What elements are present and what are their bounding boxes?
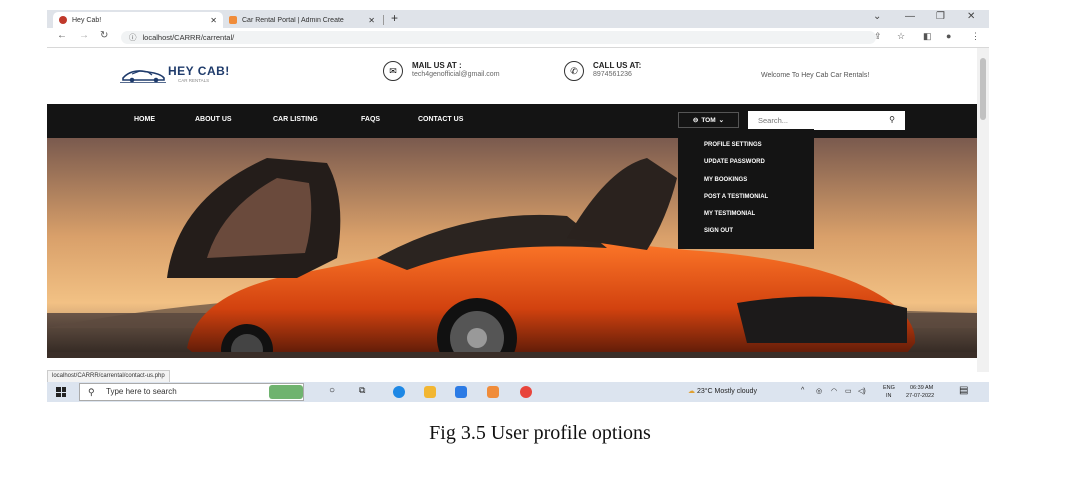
tab-title: Hey Cab!	[72, 16, 102, 24]
menu-item-post-testimonial[interactable]: POST A TESTIMONIAL	[704, 194, 768, 200]
weather-widget[interactable]: ☁ 23°C Mostly cloudy	[688, 387, 757, 395]
chevron-down-icon: ⌄	[718, 117, 725, 124]
tab-strip: Hey Cab! ✕ Car Rental Portal | Admin Cre…	[47, 10, 989, 28]
car-logo-icon	[120, 70, 166, 83]
logo-title: HEY CAB!	[168, 64, 230, 78]
weather-text: 23°C Mostly cloudy	[696, 388, 757, 395]
taskbar-search-text: Type here to search	[106, 387, 177, 396]
tab-separator	[383, 15, 384, 25]
language-bottom: IN	[886, 393, 892, 399]
windows-taskbar: ⚲ Type here to search ○ ⧉ ☁ 23°C Mostly …	[47, 382, 989, 402]
restore-icon[interactable]: ❐	[936, 11, 945, 22]
clock-time: 06:39 AM	[910, 385, 934, 391]
menu-item-sign-out[interactable]: SIGN OUT	[704, 228, 733, 234]
menu-item-update-password[interactable]: UPDATE PASSWORD	[704, 159, 765, 165]
battery-icon[interactable]: ▭	[845, 387, 852, 395]
bookmark-star-icon[interactable]: ☆	[897, 31, 905, 42]
admin-favicon-icon	[229, 16, 237, 24]
chrome-icon[interactable]	[520, 386, 532, 398]
nav-about-us[interactable]: ABOUT US	[195, 116, 232, 123]
file-explorer-icon[interactable]	[424, 386, 436, 398]
clock-date: 27-07-2022	[906, 393, 935, 399]
welcome-text: Welcome To Hey Cab Car Rentals!	[761, 72, 870, 79]
notification-icon[interactable]: ▤	[959, 385, 968, 396]
weather-cloud-icon: ☁	[688, 388, 695, 395]
main-navbar: HOME ABOUT US CAR LISTING FAQS CONTACT U…	[47, 104, 977, 138]
logo-subtitle: CAR RENTALS	[178, 78, 210, 83]
profile-icon[interactable]: ●	[946, 31, 951, 41]
xampp-icon[interactable]	[487, 386, 499, 398]
phone-icon: ✆	[564, 61, 584, 81]
nav-contact-us[interactable]: CONTACT US	[418, 116, 463, 123]
search-box: ⚲	[748, 111, 905, 130]
user-menu-button[interactable]: ⊖ TOM ⌄	[678, 112, 739, 128]
window-close-icon[interactable]: ✕	[967, 11, 975, 22]
wifi-icon[interactable]: ◠	[831, 387, 837, 395]
site-header: HEY CAB! CAR RENTALS ✉ MAIL US AT : tech…	[47, 48, 977, 104]
mail-value: tech4genofficial@gmail.com	[412, 71, 500, 78]
reload-icon[interactable]: ↻	[100, 30, 108, 41]
site-favicon-icon	[59, 16, 67, 24]
search-icon: ⚲	[88, 387, 95, 397]
mail-icon: ✉	[383, 61, 403, 81]
nav-car-listing[interactable]: CAR LISTING	[273, 116, 318, 123]
forward-icon[interactable]: →	[79, 30, 89, 41]
search-icon[interactable]: ⚲	[889, 115, 895, 124]
close-icon[interactable]: ✕	[368, 16, 375, 25]
back-icon[interactable]: ←	[57, 30, 67, 41]
user-name: TOM	[701, 116, 716, 124]
mail-app-icon[interactable]	[455, 386, 467, 398]
scrollbar-thumb[interactable]	[980, 58, 986, 120]
mail-label: MAIL US AT :	[412, 61, 462, 70]
tab-search-chevron-icon[interactable]: ⌄	[873, 11, 881, 22]
menu-item-my-bookings[interactable]: MY BOOKINGS	[704, 177, 747, 183]
side-panel-icon[interactable]: ◧	[923, 31, 932, 42]
call-contact: ✆ CALL US AT: 8974561236	[564, 61, 641, 81]
menu-item-my-testimonial[interactable]: MY TESTIMONIAL	[704, 211, 755, 217]
page-scrollbar[interactable]	[977, 48, 989, 372]
new-tab-icon[interactable]: +	[391, 11, 398, 25]
hero-car-image	[47, 138, 977, 358]
network-icon[interactable]: ◎	[816, 387, 822, 395]
address-bar-row: ← → ↻ ⓘ localhost/CARRR/carrental/ ⇪ ☆ ◧ …	[47, 28, 989, 48]
info-icon: ⓘ	[129, 33, 137, 42]
url-text: localhost/CARRR/carrental/	[142, 33, 235, 42]
user-dropdown-menu: PROFILE SETTINGS UPDATE PASSWORD MY BOOK…	[678, 129, 814, 249]
search-highlight-image	[269, 385, 303, 399]
task-view-icon[interactable]: ⧉	[359, 385, 365, 396]
screenshot: Hey Cab! ✕ Car Rental Portal | Admin Cre…	[47, 10, 989, 402]
language-top: ENG	[883, 385, 895, 391]
tab-title: Car Rental Portal | Admin Create	[242, 16, 344, 24]
minimize-icon[interactable]: —	[905, 11, 915, 22]
share-icon[interactable]: ⇪	[874, 31, 882, 42]
tab-admin[interactable]: Car Rental Portal | Admin Create ✕	[223, 12, 381, 28]
menu-kebab-icon[interactable]: ⋮	[971, 31, 980, 42]
windows-start-icon[interactable]	[56, 387, 66, 397]
close-icon[interactable]: ✕	[210, 16, 217, 25]
tray-chevron-icon[interactable]: ^	[801, 387, 804, 394]
search-input[interactable]	[748, 111, 878, 130]
nav-faqs[interactable]: FAQS	[361, 116, 380, 123]
call-value: 8974561236	[593, 71, 632, 78]
call-label: CALL US AT:	[593, 61, 642, 70]
cortana-icon[interactable]: ○	[329, 385, 335, 396]
volume-icon[interactable]: ◁)	[858, 387, 866, 395]
edge-icon[interactable]	[393, 386, 405, 398]
url-field[interactable]: ⓘ localhost/CARRR/carrental/	[121, 31, 876, 44]
mail-contact: ✉ MAIL US AT : tech4genofficial@gmail.co…	[383, 61, 500, 81]
nav-home[interactable]: HOME	[134, 116, 155, 123]
user-icon: ⊖	[692, 117, 699, 124]
hero-banner	[47, 138, 977, 358]
figure-caption: Fig 3.5 User profile options	[429, 422, 651, 444]
menu-item-profile-settings[interactable]: PROFILE SETTINGS	[704, 142, 762, 148]
tab-hey-cab[interactable]: Hey Cab! ✕	[53, 12, 223, 28]
